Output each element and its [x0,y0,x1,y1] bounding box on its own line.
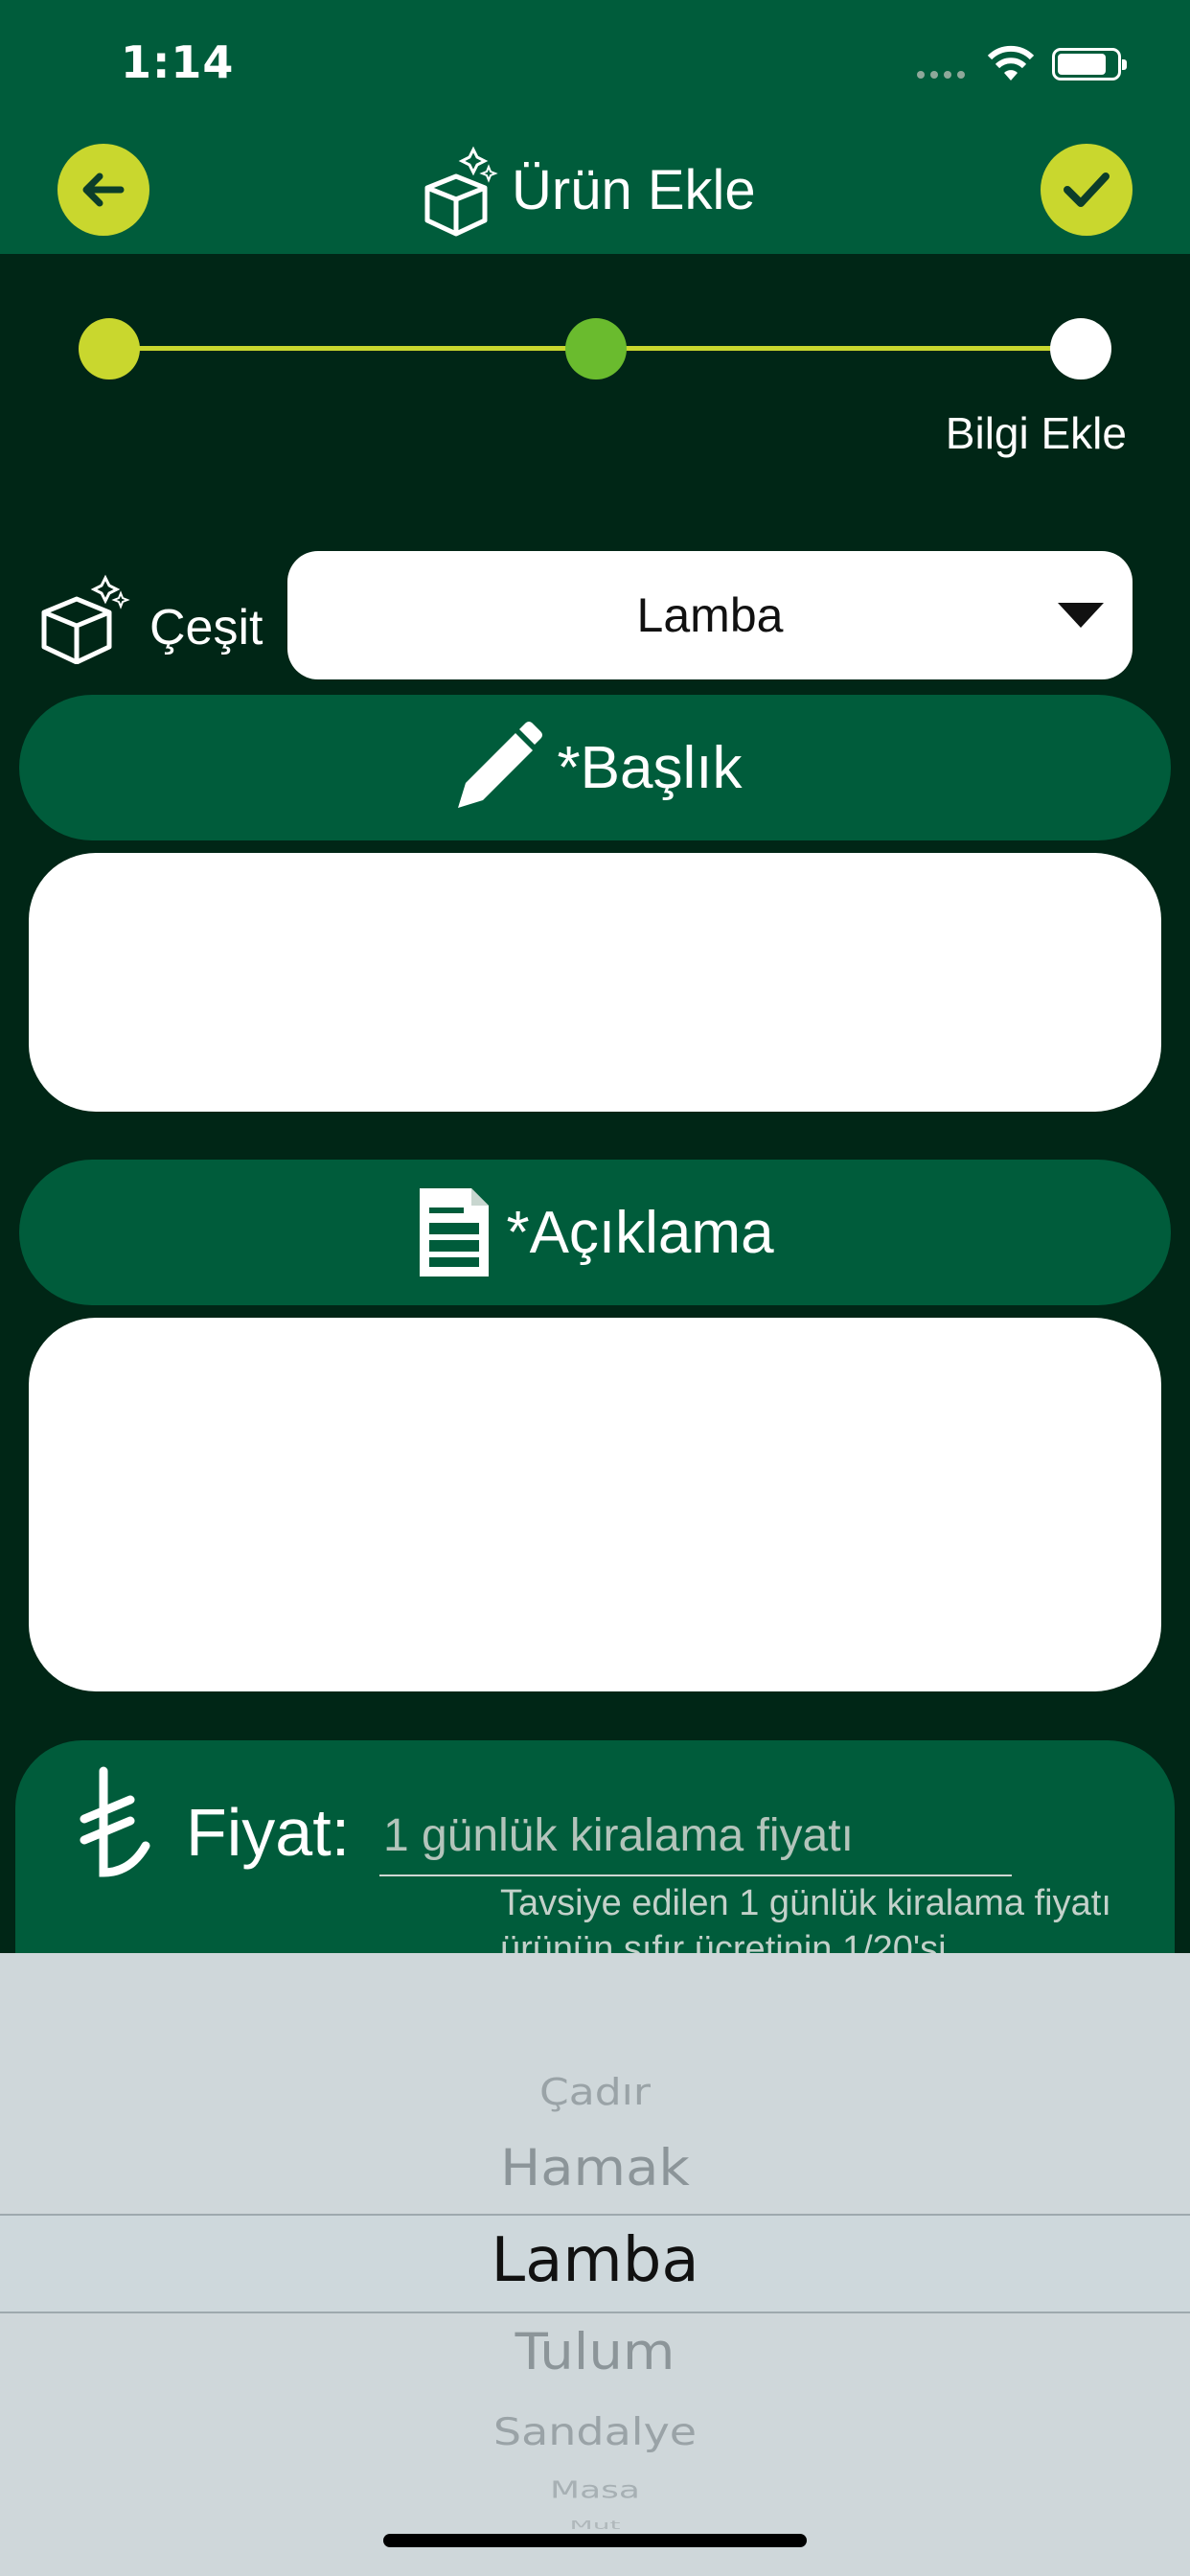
home-indicator[interactable] [383,2534,807,2547]
status-time: 1:14 [121,36,235,88]
picker-item-selected[interactable]: Lamba [0,2225,1190,2296]
current-step-label: Bilgi Ekle [945,408,1127,458]
step-progress [79,318,1111,380]
back-button[interactable] [57,144,149,236]
wifi-icon [987,45,1035,80]
chevron-down-icon [1058,603,1104,628]
cellular-signal-icon [917,71,965,79]
step-dot-1 [79,318,140,380]
pencil-icon [457,722,542,808]
title-input[interactable] [29,853,1161,1112]
type-select-value: Lamba [636,588,784,642]
description-input[interactable] [29,1318,1161,1691]
battery-icon [1052,48,1127,80]
description-section-header: *Açıklama [19,1160,1171,1305]
checkmark-icon [1064,172,1110,207]
confirm-button[interactable] [1041,144,1133,236]
price-input[interactable]: 1 günlük kiralama fiyatı [379,1796,1012,1876]
picker-item[interactable]: Mut [0,2518,1190,2532]
type-row: Çeşit Lamba [38,551,1133,681]
title-section-label: *Başlık [557,734,743,801]
type-picker-wheel[interactable]: Çadır Hamak Lamba Tulum Sandalye Masa Mu… [0,1953,1190,2576]
type-select[interactable]: Lamba [287,551,1133,679]
step-dot-3 [1050,318,1111,380]
turkish-lira-icon [80,1766,150,1877]
type-label: Çeşit [149,600,263,656]
navigation-header: 1:14 Ürün Ekle [0,0,1190,254]
document-icon [420,1188,490,1276]
title-section-header: *Başlık [19,695,1171,840]
price-label: Fiyat: [186,1795,351,1870]
page-title-text: Ürün Ekle [512,158,756,221]
picker-item[interactable]: Sandalye [0,2409,1190,2453]
arrow-left-icon [82,172,125,207]
step-dot-2 [565,318,627,380]
page-title: Ürün Ekle [422,142,756,238]
description-section-label: *Açıklama [506,1199,774,1266]
picker-item[interactable]: Çadır [0,2072,1190,2114]
box-sparkle-icon [424,146,498,237]
picker-item[interactable]: Tulum [0,2323,1190,2381]
box-sparkle-icon [41,574,130,664]
picker-item[interactable]: Hamak [0,2139,1190,2197]
picker-item[interactable]: Masa [0,2477,1190,2504]
